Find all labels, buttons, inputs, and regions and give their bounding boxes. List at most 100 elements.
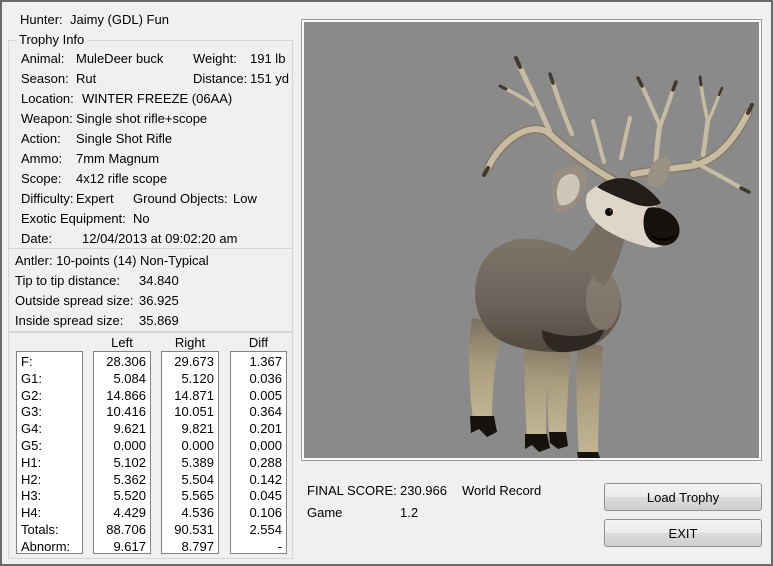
distance-value: 151 yd bbox=[250, 69, 289, 89]
trophy-dialog: Hunter: Jaimy (GDL) Fun Trophy Info Anim… bbox=[0, 0, 773, 566]
left-value: 5.362 bbox=[98, 472, 146, 489]
measurement-label: Totals: bbox=[21, 522, 78, 539]
trophy-image-panel bbox=[302, 20, 761, 460]
measurement-label: H1: bbox=[21, 455, 78, 472]
final-score-value: 230.966 bbox=[400, 482, 447, 500]
left-value: 28.306 bbox=[98, 354, 146, 371]
right-value: 10.051 bbox=[166, 404, 214, 421]
diff-value: 0.036 bbox=[235, 371, 282, 388]
right-values-listbox: 29.673 5.120 14.871 10.051 9.821 0.000 5… bbox=[161, 351, 219, 554]
left-value: 5.520 bbox=[98, 488, 146, 505]
diff-value: 1.367 bbox=[235, 354, 282, 371]
weapon-label: Weapon: bbox=[21, 109, 73, 129]
exotic-equipment-value: No bbox=[133, 209, 150, 229]
left-value: 4.429 bbox=[98, 505, 146, 522]
diff-value: 0.000 bbox=[235, 438, 282, 455]
weight-label: Weight: bbox=[193, 49, 237, 69]
measurement-label: G1: bbox=[21, 371, 78, 388]
hunter-value: Jaimy (GDL) Fun bbox=[70, 10, 169, 30]
outside-spread-label: Outside spread size: bbox=[15, 291, 134, 311]
right-value: 14.871 bbox=[166, 388, 214, 405]
measurement-label: G3: bbox=[21, 404, 78, 421]
left-values-listbox: 28.306 5.084 14.866 10.416 9.621 0.000 5… bbox=[93, 351, 151, 554]
right-value: 9.821 bbox=[166, 421, 214, 438]
left-value: 9.621 bbox=[98, 421, 146, 438]
measurement-labels-listbox: F: G1: G2: G3: G4: G5: H1: H2: H3: H4: T… bbox=[16, 351, 83, 554]
measurement-label: Abnorm: bbox=[21, 539, 78, 554]
weapon-value: Single shot rifle+scope bbox=[76, 109, 207, 129]
hunter-label: Hunter: bbox=[20, 10, 63, 30]
trophy-info-group-label: Trophy Info bbox=[16, 32, 87, 48]
location-value: WINTER FREEZE (06AA) bbox=[82, 89, 232, 109]
ammo-value: 7mm Magnum bbox=[76, 149, 159, 169]
diff-value: 0.201 bbox=[235, 421, 282, 438]
action-label: Action: bbox=[21, 129, 61, 149]
diff-value: 2.554 bbox=[235, 522, 282, 539]
antler-summary-box: Antler: 10-points (14) Non-Typical Tip t… bbox=[8, 248, 293, 332]
tip-to-tip-value: 34.840 bbox=[139, 271, 179, 291]
right-value: 5.389 bbox=[166, 455, 214, 472]
left-value: 9.617 bbox=[98, 539, 146, 554]
inside-spread-label: Inside spread size: bbox=[15, 311, 123, 331]
right-value: 5.565 bbox=[166, 488, 214, 505]
left-value: 5.084 bbox=[98, 371, 146, 388]
right-value: 5.120 bbox=[166, 371, 214, 388]
diff-value: 0.045 bbox=[235, 488, 282, 505]
difficulty-label: Difficulty: bbox=[21, 189, 74, 209]
right-value: 8.797 bbox=[166, 539, 214, 554]
world-record-text: World Record bbox=[462, 482, 541, 500]
weight-value: 191 lb bbox=[250, 49, 285, 69]
difficulty-value: Expert bbox=[76, 189, 114, 209]
game-version-value: 1.2 bbox=[400, 504, 418, 522]
left-value: 88.706 bbox=[98, 522, 146, 539]
scope-value: 4x12 rifle scope bbox=[76, 169, 167, 189]
left-value: 0.000 bbox=[98, 438, 146, 455]
left-value: 10.416 bbox=[98, 404, 146, 421]
diff-value: 0.142 bbox=[235, 472, 282, 489]
measurement-label: F: bbox=[21, 354, 78, 371]
deer-eye-highlight bbox=[610, 210, 612, 212]
diff-values-listbox: 1.367 0.036 0.005 0.364 0.201 0.000 0.28… bbox=[230, 351, 287, 554]
game-label: Game bbox=[307, 504, 342, 522]
measurement-label: H4: bbox=[21, 505, 78, 522]
diff-value: - bbox=[235, 539, 282, 554]
date-label: Date: bbox=[21, 229, 52, 249]
ground-objects-label: Ground Objects: bbox=[133, 189, 228, 209]
right-value: 4.536 bbox=[166, 505, 214, 522]
scope-label: Scope: bbox=[21, 169, 61, 189]
diff-value: 0.005 bbox=[235, 388, 282, 405]
ammo-label: Ammo: bbox=[21, 149, 62, 169]
measurements-groupbox: Left Right Diff F: G1: G2: G3: G4: G5: H… bbox=[8, 332, 293, 559]
animal-label: Animal: bbox=[21, 49, 64, 69]
column-header-right: Right bbox=[161, 335, 219, 351]
tip-to-tip-label: Tip to tip distance: bbox=[15, 271, 120, 291]
measurement-label: H2: bbox=[21, 472, 78, 489]
measurement-label: H3: bbox=[21, 488, 78, 505]
left-value: 5.102 bbox=[98, 455, 146, 472]
season-value: Rut bbox=[76, 69, 96, 89]
right-value: 5.504 bbox=[166, 472, 214, 489]
column-header-diff: Diff bbox=[230, 335, 287, 351]
right-value: 90.531 bbox=[166, 522, 214, 539]
location-label: Location: bbox=[21, 89, 74, 109]
date-value: 12/04/2013 at 09:02:20 am bbox=[82, 229, 237, 249]
column-header-left: Left bbox=[93, 335, 151, 351]
trophy-info-groupbox: Trophy Info Animal: MuleDeer buck Weight… bbox=[8, 40, 293, 249]
diff-value: 0.106 bbox=[235, 505, 282, 522]
outside-spread-value: 36.925 bbox=[139, 291, 179, 311]
right-value: 29.673 bbox=[166, 354, 214, 371]
deer-image bbox=[304, 22, 759, 458]
left-value: 14.866 bbox=[98, 388, 146, 405]
inside-spread-value: 35.869 bbox=[139, 311, 179, 331]
right-value: 0.000 bbox=[166, 438, 214, 455]
animal-value: MuleDeer buck bbox=[76, 49, 163, 69]
measurement-label: G5: bbox=[21, 438, 78, 455]
exit-button[interactable]: EXIT bbox=[604, 519, 762, 547]
antler-summary: Antler: 10-points (14) Non-Typical bbox=[15, 251, 209, 271]
measurement-label: G2: bbox=[21, 388, 78, 405]
hunter-row: Hunter: Jaimy (GDL) Fun bbox=[20, 10, 300, 30]
distance-label: Distance: bbox=[193, 69, 247, 89]
diff-value: 0.364 bbox=[235, 404, 282, 421]
load-trophy-button[interactable]: Load Trophy bbox=[604, 483, 762, 511]
action-value: Single Shot Rifle bbox=[76, 129, 172, 149]
